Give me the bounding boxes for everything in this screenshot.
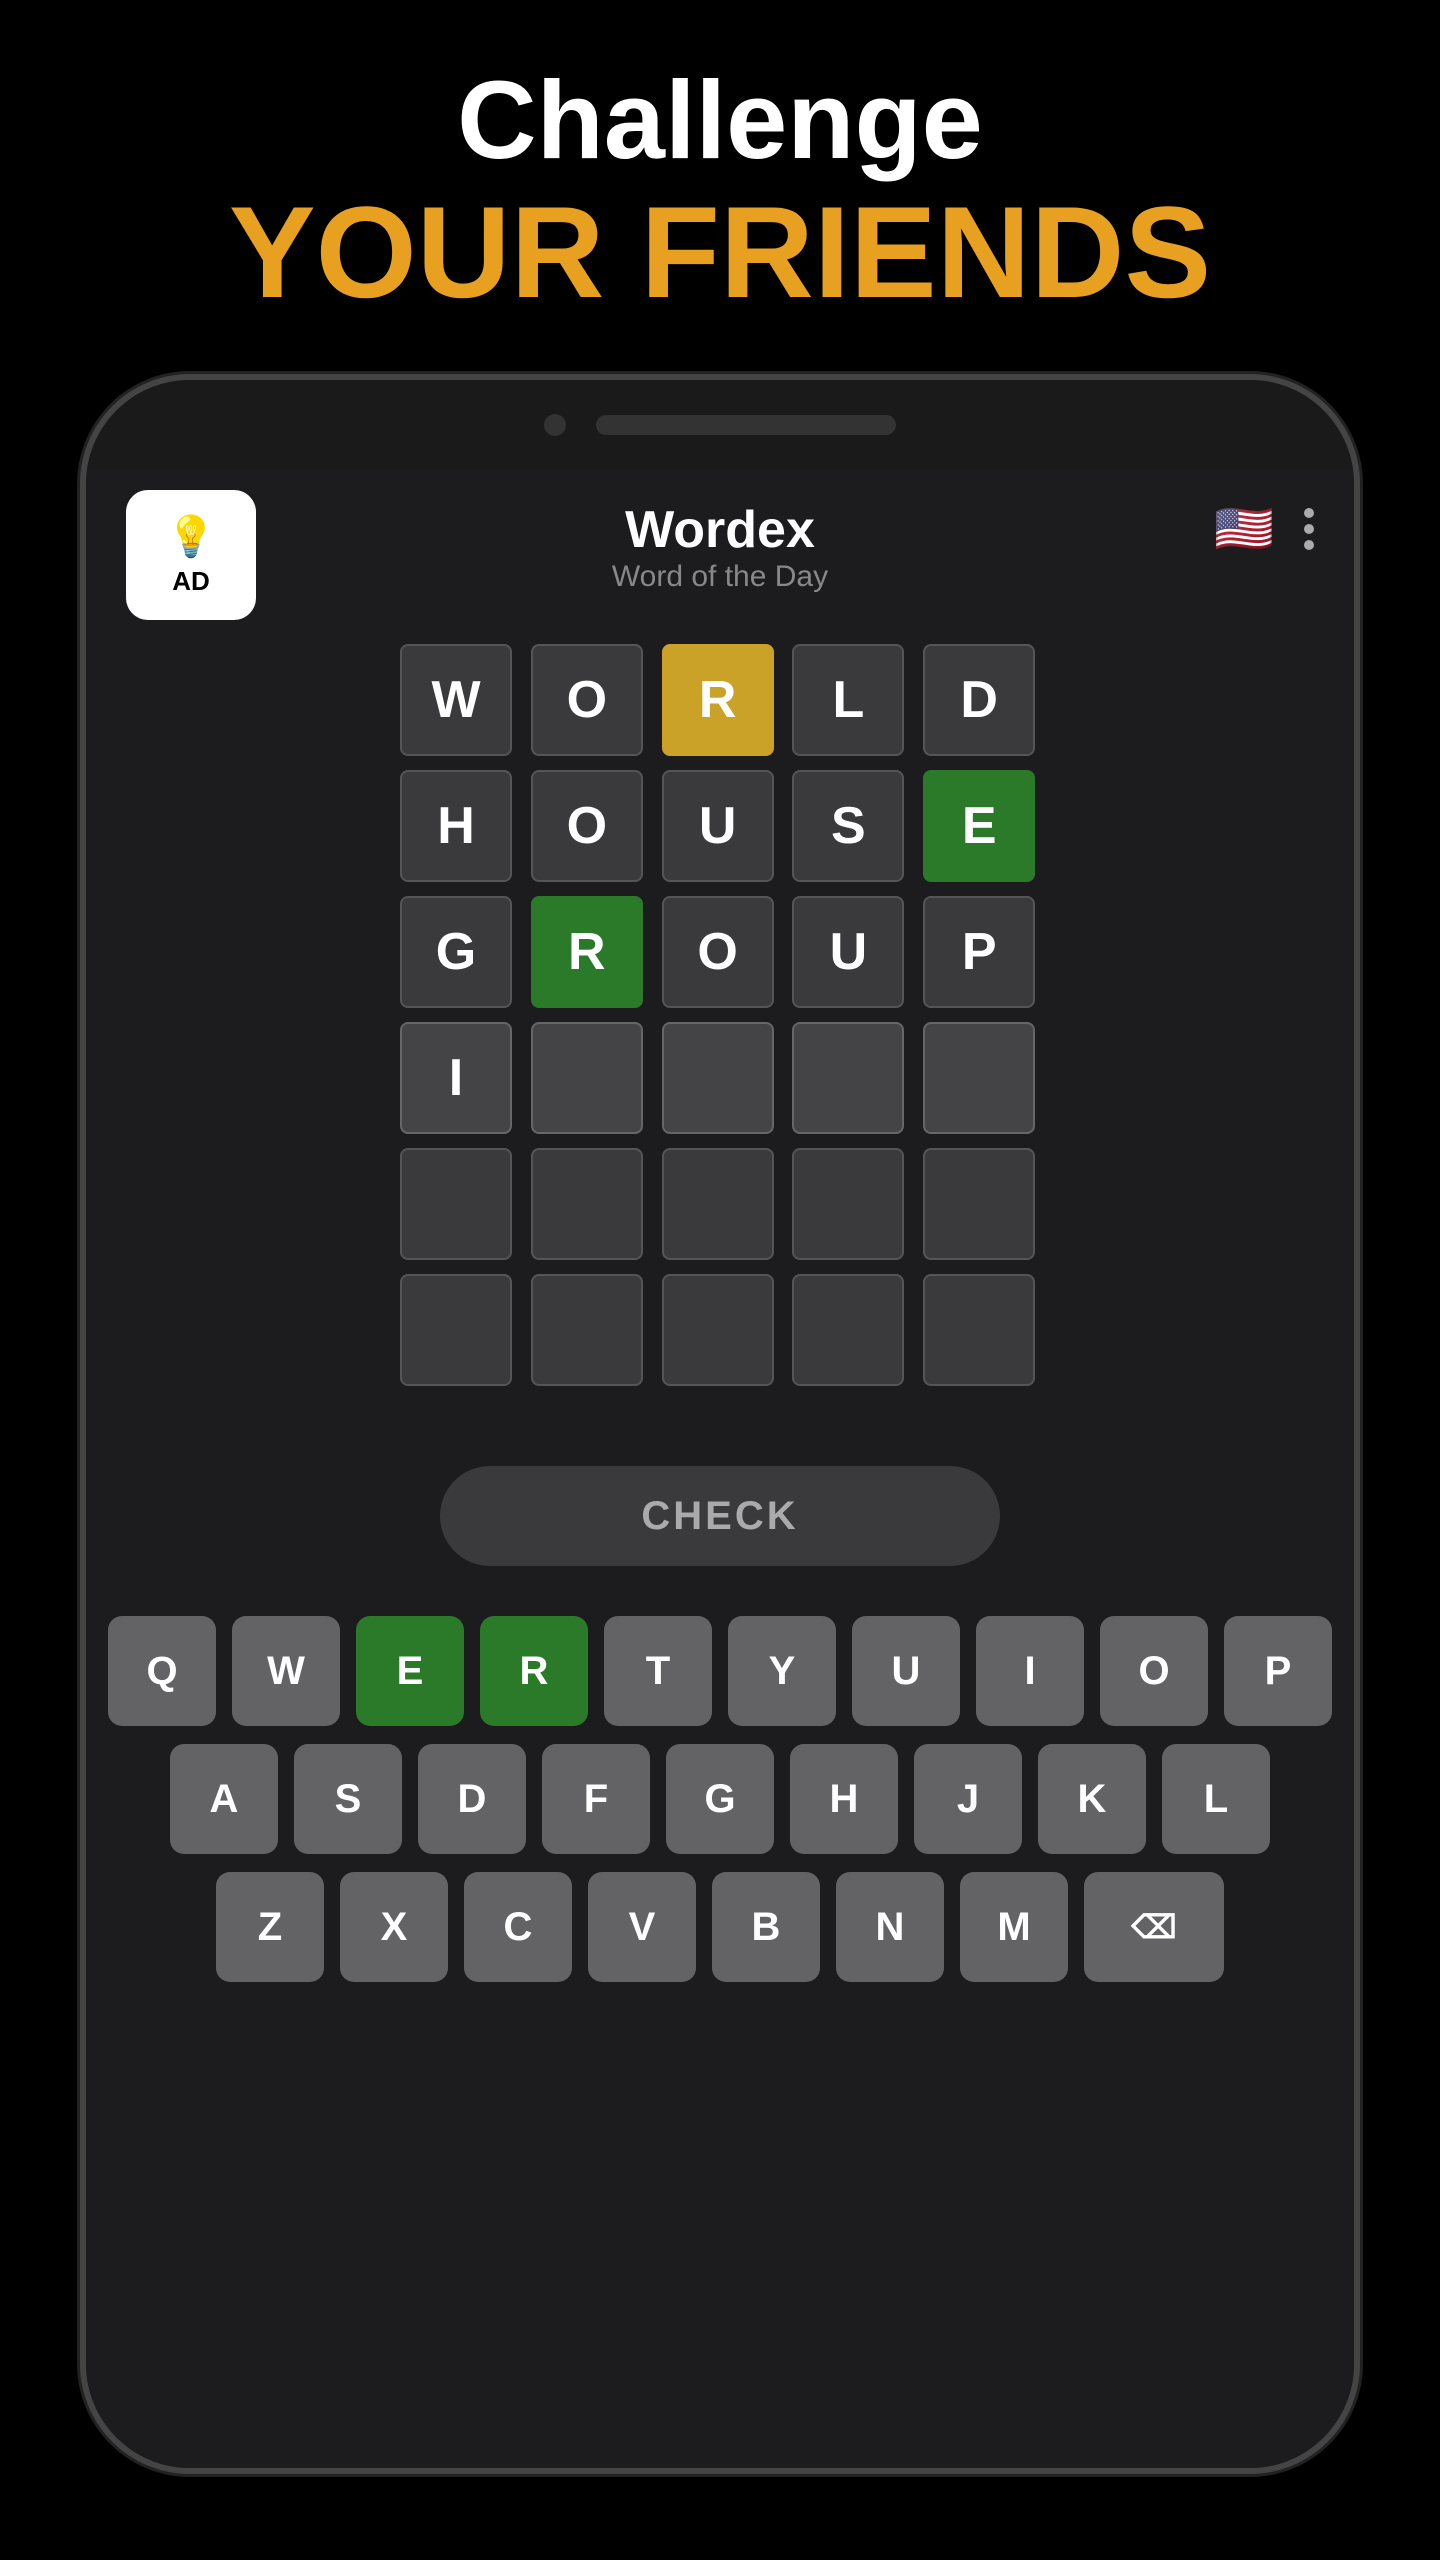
cell-r4c3 — [662, 1022, 774, 1134]
friends-label: YOUR FRIENDS — [229, 181, 1211, 324]
app-header: 💡 AD Wordex Word of the Day 🇺🇸 — [86, 470, 1354, 614]
cell-r3c1: G — [400, 896, 512, 1008]
header-block: Challenge YOUR FRIENDS — [229, 60, 1211, 324]
key-d[interactable]: D — [418, 1744, 526, 1854]
cell-r3c4: U — [792, 896, 904, 1008]
phone-frame: 💡 AD Wordex Word of the Day 🇺🇸 — [80, 374, 1360, 2474]
phone-top-bar — [86, 380, 1354, 470]
key-r[interactable]: R — [480, 1616, 588, 1726]
cell-r6c3 — [662, 1274, 774, 1386]
keyboard-row-1: Q W E R T Y U I O P — [108, 1616, 1332, 1726]
key-i[interactable]: I — [976, 1616, 1084, 1726]
keyboard-row-2: A S D F G H J K L — [170, 1744, 1270, 1854]
side-button — [1354, 780, 1360, 900]
cell-r2c5: E — [923, 770, 1035, 882]
cell-r6c4 — [792, 1274, 904, 1386]
cell-r4c5 — [923, 1022, 1035, 1134]
cell-r2c2: O — [531, 770, 643, 882]
backspace-key[interactable]: ⌫ — [1084, 1872, 1224, 1982]
key-u[interactable]: U — [852, 1616, 960, 1726]
key-e[interactable]: E — [356, 1616, 464, 1726]
key-o[interactable]: O — [1100, 1616, 1208, 1726]
cell-r2c4: S — [792, 770, 904, 882]
key-c[interactable]: C — [464, 1872, 572, 1982]
keyboard-row-3: Z X C V B N M ⌫ — [216, 1872, 1224, 1982]
cell-r6c5 — [923, 1274, 1035, 1386]
cell-r1c4: L — [792, 644, 904, 756]
key-n[interactable]: N — [836, 1872, 944, 1982]
camera-dot — [544, 414, 566, 436]
key-m[interactable]: M — [960, 1872, 1068, 1982]
cell-r2c1: H — [400, 770, 512, 882]
cell-r5c5 — [923, 1148, 1035, 1260]
key-w[interactable]: W — [232, 1616, 340, 1726]
app-title: Wordex — [612, 500, 828, 560]
key-s[interactable]: S — [294, 1744, 402, 1854]
key-v[interactable]: V — [588, 1872, 696, 1982]
cell-r3c3: O — [662, 896, 774, 1008]
cell-r2c3: U — [662, 770, 774, 882]
ad-badge: 💡 AD — [126, 490, 256, 620]
cell-r6c2 — [531, 1274, 643, 1386]
check-button[interactable]: CHECK — [440, 1466, 1000, 1566]
cell-r5c4 — [792, 1148, 904, 1260]
cell-r4c4 — [792, 1022, 904, 1134]
bulb-icon: 💡 — [166, 513, 216, 560]
key-x[interactable]: X — [340, 1872, 448, 1982]
menu-icon[interactable] — [1304, 508, 1314, 550]
phone-wrapper: 💡 AD Wordex Word of the Day 🇺🇸 — [80, 374, 1360, 2474]
app-content: 💡 AD Wordex Word of the Day 🇺🇸 — [86, 470, 1354, 2468]
cell-r4c2 — [531, 1022, 643, 1134]
key-z[interactable]: Z — [216, 1872, 324, 1982]
ad-label: AD — [172, 566, 210, 597]
game-grid: W O R L D H O U S E G R O U P I — [380, 624, 1060, 1406]
key-j[interactable]: J — [914, 1744, 1022, 1854]
challenge-label: Challenge — [229, 60, 1211, 181]
cell-r1c3: R — [662, 644, 774, 756]
key-k[interactable]: K — [1038, 1744, 1146, 1854]
key-f[interactable]: F — [542, 1744, 650, 1854]
key-t[interactable]: T — [604, 1616, 712, 1726]
key-a[interactable]: A — [170, 1744, 278, 1854]
cell-r6c1 — [400, 1274, 512, 1386]
cell-r1c1: W — [400, 644, 512, 756]
cell-r3c5: P — [923, 896, 1035, 1008]
flag-icon[interactable]: 🇺🇸 — [1214, 500, 1274, 557]
app-subtitle: Word of the Day — [612, 560, 828, 594]
key-l[interactable]: L — [1162, 1744, 1270, 1854]
cell-r3c2: R — [531, 896, 643, 1008]
key-q[interactable]: Q — [108, 1616, 216, 1726]
key-h[interactable]: H — [790, 1744, 898, 1854]
cell-r5c3 — [662, 1148, 774, 1260]
speaker-bar — [596, 415, 896, 435]
key-y[interactable]: Y — [728, 1616, 836, 1726]
key-p[interactable]: P — [1224, 1616, 1332, 1726]
cell-r4c1: I — [400, 1022, 512, 1134]
key-g[interactable]: G — [666, 1744, 774, 1854]
cell-r5c1 — [400, 1148, 512, 1260]
app-title-block: Wordex Word of the Day — [612, 500, 828, 594]
header-icons: 🇺🇸 — [1214, 500, 1314, 557]
key-b[interactable]: B — [712, 1872, 820, 1982]
keyboard: Q W E R T Y U I O P A S D F G — [86, 1616, 1354, 1982]
cell-r5c2 — [531, 1148, 643, 1260]
cell-r1c5: D — [923, 644, 1035, 756]
cell-r1c2: O — [531, 644, 643, 756]
